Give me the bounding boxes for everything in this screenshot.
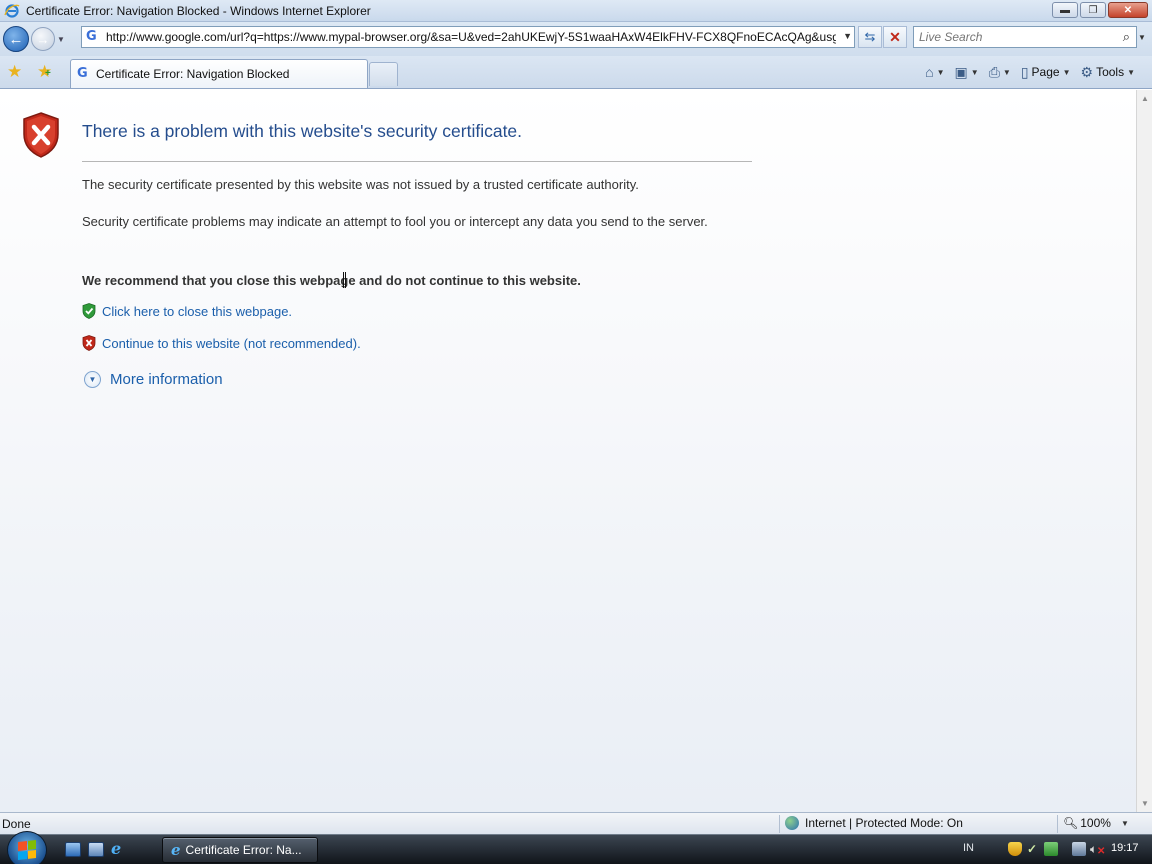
recommendation-text: We recommend that you close this webpage… [82, 273, 581, 288]
status-divider [779, 815, 780, 833]
address-bar[interactable]: G http://www.google.com/url?q=https://ww… [81, 26, 855, 48]
command-bar: ⌂ ▼ ▣ ▼ ⎙ ▼ ▯ Page ▼ ⚙ Tools ▼ [922, 61, 1138, 83]
chevron-down-icon[interactable]: ▼ [1003, 68, 1011, 77]
chevron-down-icon: ▼ [1127, 67, 1135, 77]
print-icon: ⎙ [988, 63, 1000, 80]
show-desktop-icon[interactable] [65, 842, 81, 857]
address-dropdown-icon[interactable]: ▼ [843, 31, 852, 41]
chevron-down-icon[interactable]: ▼ [937, 68, 945, 77]
chevron-down-icon: ▼ [1062, 67, 1071, 77]
language-indicator[interactable]: IN [963, 842, 974, 854]
continue-option: Continue to this website (not recommende… [82, 335, 361, 351]
page-title: There is a problem with this website's s… [82, 121, 523, 141]
warning-paragraph: Security certificate problems may indica… [82, 214, 708, 229]
close-webpage-link[interactable]: Click here to close this webpage. [102, 304, 292, 319]
text-cursor [343, 272, 346, 288]
home-icon: ⌂ [925, 64, 934, 80]
google-favicon-icon: G [77, 66, 88, 81]
recent-pages-dropdown[interactable]: ▼ [57, 35, 69, 44]
zoom-dropdown-icon[interactable]: ▼ [1121, 819, 1129, 828]
status-text: Done [2, 816, 31, 831]
add-to-favorites-icon[interactable]: ★ + [37, 62, 52, 82]
zoom-text: 100% [1080, 816, 1111, 830]
page-content: There is a problem with this website's s… [0, 90, 1136, 812]
taskbar: e e Certificate Error: Na... IN ✓ 🔈︎ ✕ 19… [0, 831, 1152, 864]
back-arrow-icon: ← [8, 30, 24, 48]
tools-menu-label: Tools [1096, 65, 1125, 79]
maximize-button[interactable]: ❐ [1080, 2, 1106, 18]
search-input[interactable] [919, 30, 1109, 44]
window-controls: ▬ ❐ ✕ [1052, 2, 1148, 18]
stop-button[interactable]: ✕ [883, 26, 907, 48]
feeds-button[interactable]: ▣ ▼ [952, 64, 982, 81]
print-button[interactable]: ⎙ ▼ [986, 64, 1014, 81]
gear-icon: ⚙ [1080, 63, 1094, 80]
stop-icon: ✕ [889, 28, 901, 45]
expand-chevron-icon[interactable]: ▼ [84, 371, 101, 388]
feeds-icon: ▣ [954, 63, 968, 80]
checkmark-tray-icon[interactable]: ✓ [1027, 842, 1041, 856]
url-text[interactable]: http://www.google.com/url?q=https://www.… [106, 30, 836, 44]
new-tab-button[interactable] [369, 62, 398, 86]
globe-icon [785, 816, 799, 830]
close-webpage-option: Click here to close this webpage. [82, 303, 292, 319]
vertical-scrollbar[interactable]: ▲ ▼ [1136, 90, 1152, 812]
security-zone[interactable]: Internet | Protected Mode: On [785, 816, 963, 830]
refresh-button[interactable]: ⇆ [858, 26, 882, 48]
start-button[interactable] [7, 831, 47, 864]
page-menu[interactable]: ▯ Page ▼ [1018, 64, 1074, 81]
tab-bar: ★ ★ + G Certificate Error: Navigation Blo… [0, 56, 1152, 89]
back-button[interactable]: ← [3, 26, 29, 52]
navigation-bar: ← → ▼ G http://www.google.com/url?q=http… [0, 22, 1152, 56]
taskbar-window-label: Certificate Error: Na... [185, 843, 302, 857]
network-tray-icon[interactable] [1072, 842, 1086, 856]
search-options-dropdown[interactable]: ▼ [1138, 33, 1146, 42]
more-information-expander[interactable]: ▼ More information [84, 371, 223, 388]
forward-button[interactable]: → [31, 27, 55, 51]
favorites-center-icon[interactable]: ★ [7, 62, 22, 82]
home-button[interactable]: ⌂ ▼ [922, 64, 947, 80]
title-divider [82, 161, 752, 162]
close-window-button[interactable]: ✕ [1108, 2, 1148, 18]
search-box[interactable]: ⌕ [913, 26, 1137, 48]
search-icon[interactable]: ⌕ [1123, 29, 1130, 45]
continue-to-website-link[interactable]: Continue to this website (not recommende… [102, 336, 361, 351]
minimize-button[interactable]: ▬ [1052, 2, 1078, 18]
zoom-level[interactable]: 🔍︎ 100% [1063, 816, 1111, 830]
windows-logo-icon [18, 840, 36, 860]
ie-logo-icon [4, 3, 20, 18]
scroll-up-icon[interactable]: ▲ [1141, 94, 1149, 103]
ie-quicklaunch-icon[interactable]: e [111, 839, 127, 858]
tools-menu[interactable]: ⚙ Tools ▼ [1078, 64, 1139, 81]
security-shield-tray-icon[interactable] [1008, 842, 1022, 856]
forward-arrow-icon: → [36, 31, 50, 47]
title-bar: Certificate Error: Navigation Blocked - … [0, 0, 1152, 22]
status-divider [1057, 815, 1058, 833]
refresh-icon: ⇆ [864, 29, 876, 44]
tab-certificate-error[interactable]: G Certificate Error: Navigation Blocked [70, 59, 368, 88]
page-icon: ▯ [1020, 63, 1029, 80]
switch-windows-icon[interactable] [88, 842, 104, 857]
error-shield-icon [23, 112, 59, 158]
volume-muted-icon[interactable]: 🔈︎ ✕ [1090, 842, 1105, 857]
window-title: Certificate Error: Navigation Blocked - … [26, 3, 371, 18]
google-favicon-icon: G [86, 29, 97, 44]
chevron-down-icon[interactable]: ▼ [971, 68, 979, 77]
zone-text: Internet | Protected Mode: On [805, 816, 963, 830]
tab-label: Certificate Error: Navigation Blocked [96, 67, 290, 81]
zoom-icon: 🔍︎ [1063, 816, 1079, 830]
ie-logo-icon: e [171, 841, 181, 859]
status-bar: Done Internet | Protected Mode: On 🔍︎ 10… [0, 812, 1152, 834]
page-menu-label: Page [1031, 65, 1060, 79]
scroll-down-icon[interactable]: ▼ [1141, 799, 1149, 808]
green-shield-icon [82, 303, 96, 319]
red-shield-icon [82, 335, 96, 351]
app-tray-icon[interactable] [1044, 842, 1058, 856]
taskbar-ie-window[interactable]: e Certificate Error: Na... [162, 837, 318, 863]
explanation-paragraph: The security certificate presented by th… [82, 177, 639, 192]
more-information-link[interactable]: More information [110, 371, 223, 388]
clock[interactable]: 19:17 [1111, 842, 1139, 854]
